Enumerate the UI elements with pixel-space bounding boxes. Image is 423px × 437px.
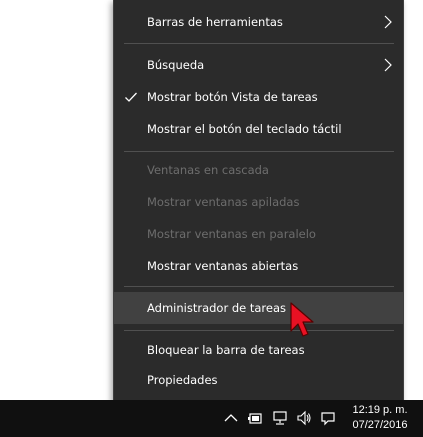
menu-item-label: Propiedades — [147, 373, 218, 387]
menu-item-show-task-view[interactable]: Mostrar botón Vista de tareas — [114, 81, 403, 113]
menu-item-show-open-windows[interactable]: Mostrar ventanas abiertas — [114, 250, 403, 282]
menu-item-side-by-side-windows: Mostrar ventanas en paralelo — [114, 218, 403, 250]
mouse-pointer-icon — [290, 302, 314, 337]
menu-item-label: Búsqueda — [147, 58, 205, 72]
clock-time: 12:19 p. m. — [352, 404, 408, 416]
taskbar-clock[interactable]: 12:19 p. m. 07/27/2016 — [345, 400, 415, 437]
notification-icon[interactable] — [320, 410, 336, 426]
menu-item-label: Administrador de tareas — [147, 301, 287, 315]
menu-separator — [124, 151, 394, 152]
checkmark-icon — [125, 92, 137, 102]
taskbar-context-menu: Barras de herramientas Búsqueda Mostrar … — [113, 0, 404, 404]
menu-item-label: Barras de herramientas — [147, 15, 283, 29]
taskbar: 12:19 p. m. 07/27/2016 — [0, 400, 423, 437]
menu-separator — [124, 330, 394, 331]
menu-item-label: Mostrar ventanas en paralelo — [147, 227, 316, 241]
chevron-right-icon — [384, 15, 392, 29]
chevron-up-icon[interactable] — [223, 410, 239, 426]
chevron-right-icon — [384, 58, 392, 72]
menu-separator — [124, 286, 394, 287]
clock-date: 07/27/2016 — [352, 419, 408, 431]
menu-item-toolbars[interactable]: Barras de herramientas — [114, 6, 403, 38]
volume-icon[interactable] — [296, 410, 312, 426]
menu-item-label: Ventanas en cascada — [147, 163, 269, 177]
menu-item-label: Mostrar ventanas abiertas — [147, 259, 299, 273]
menu-item-label: Mostrar ventanas apiladas — [147, 195, 300, 209]
menu-item-properties[interactable]: Propiedades — [114, 364, 403, 396]
menu-item-label: Mostrar el botón del teclado táctil — [147, 122, 342, 136]
menu-item-search[interactable]: Búsqueda — [114, 49, 403, 81]
menu-item-show-touch-keyboard[interactable]: Mostrar el botón del teclado táctil — [114, 113, 403, 145]
menu-separator — [124, 43, 394, 44]
network-icon[interactable] — [272, 410, 288, 426]
menu-item-stacked-windows: Mostrar ventanas apiladas — [114, 186, 403, 218]
power-icon[interactable] — [247, 410, 263, 426]
menu-item-label: Bloquear la barra de tareas — [147, 343, 305, 357]
menu-item-cascade-windows: Ventanas en cascada — [114, 154, 403, 186]
menu-item-lock-taskbar[interactable]: Bloquear la barra de tareas — [114, 334, 403, 366]
menu-item-label: Mostrar botón Vista de tareas — [147, 90, 318, 104]
menu-item-task-manager[interactable]: Administrador de tareas — [114, 292, 403, 324]
